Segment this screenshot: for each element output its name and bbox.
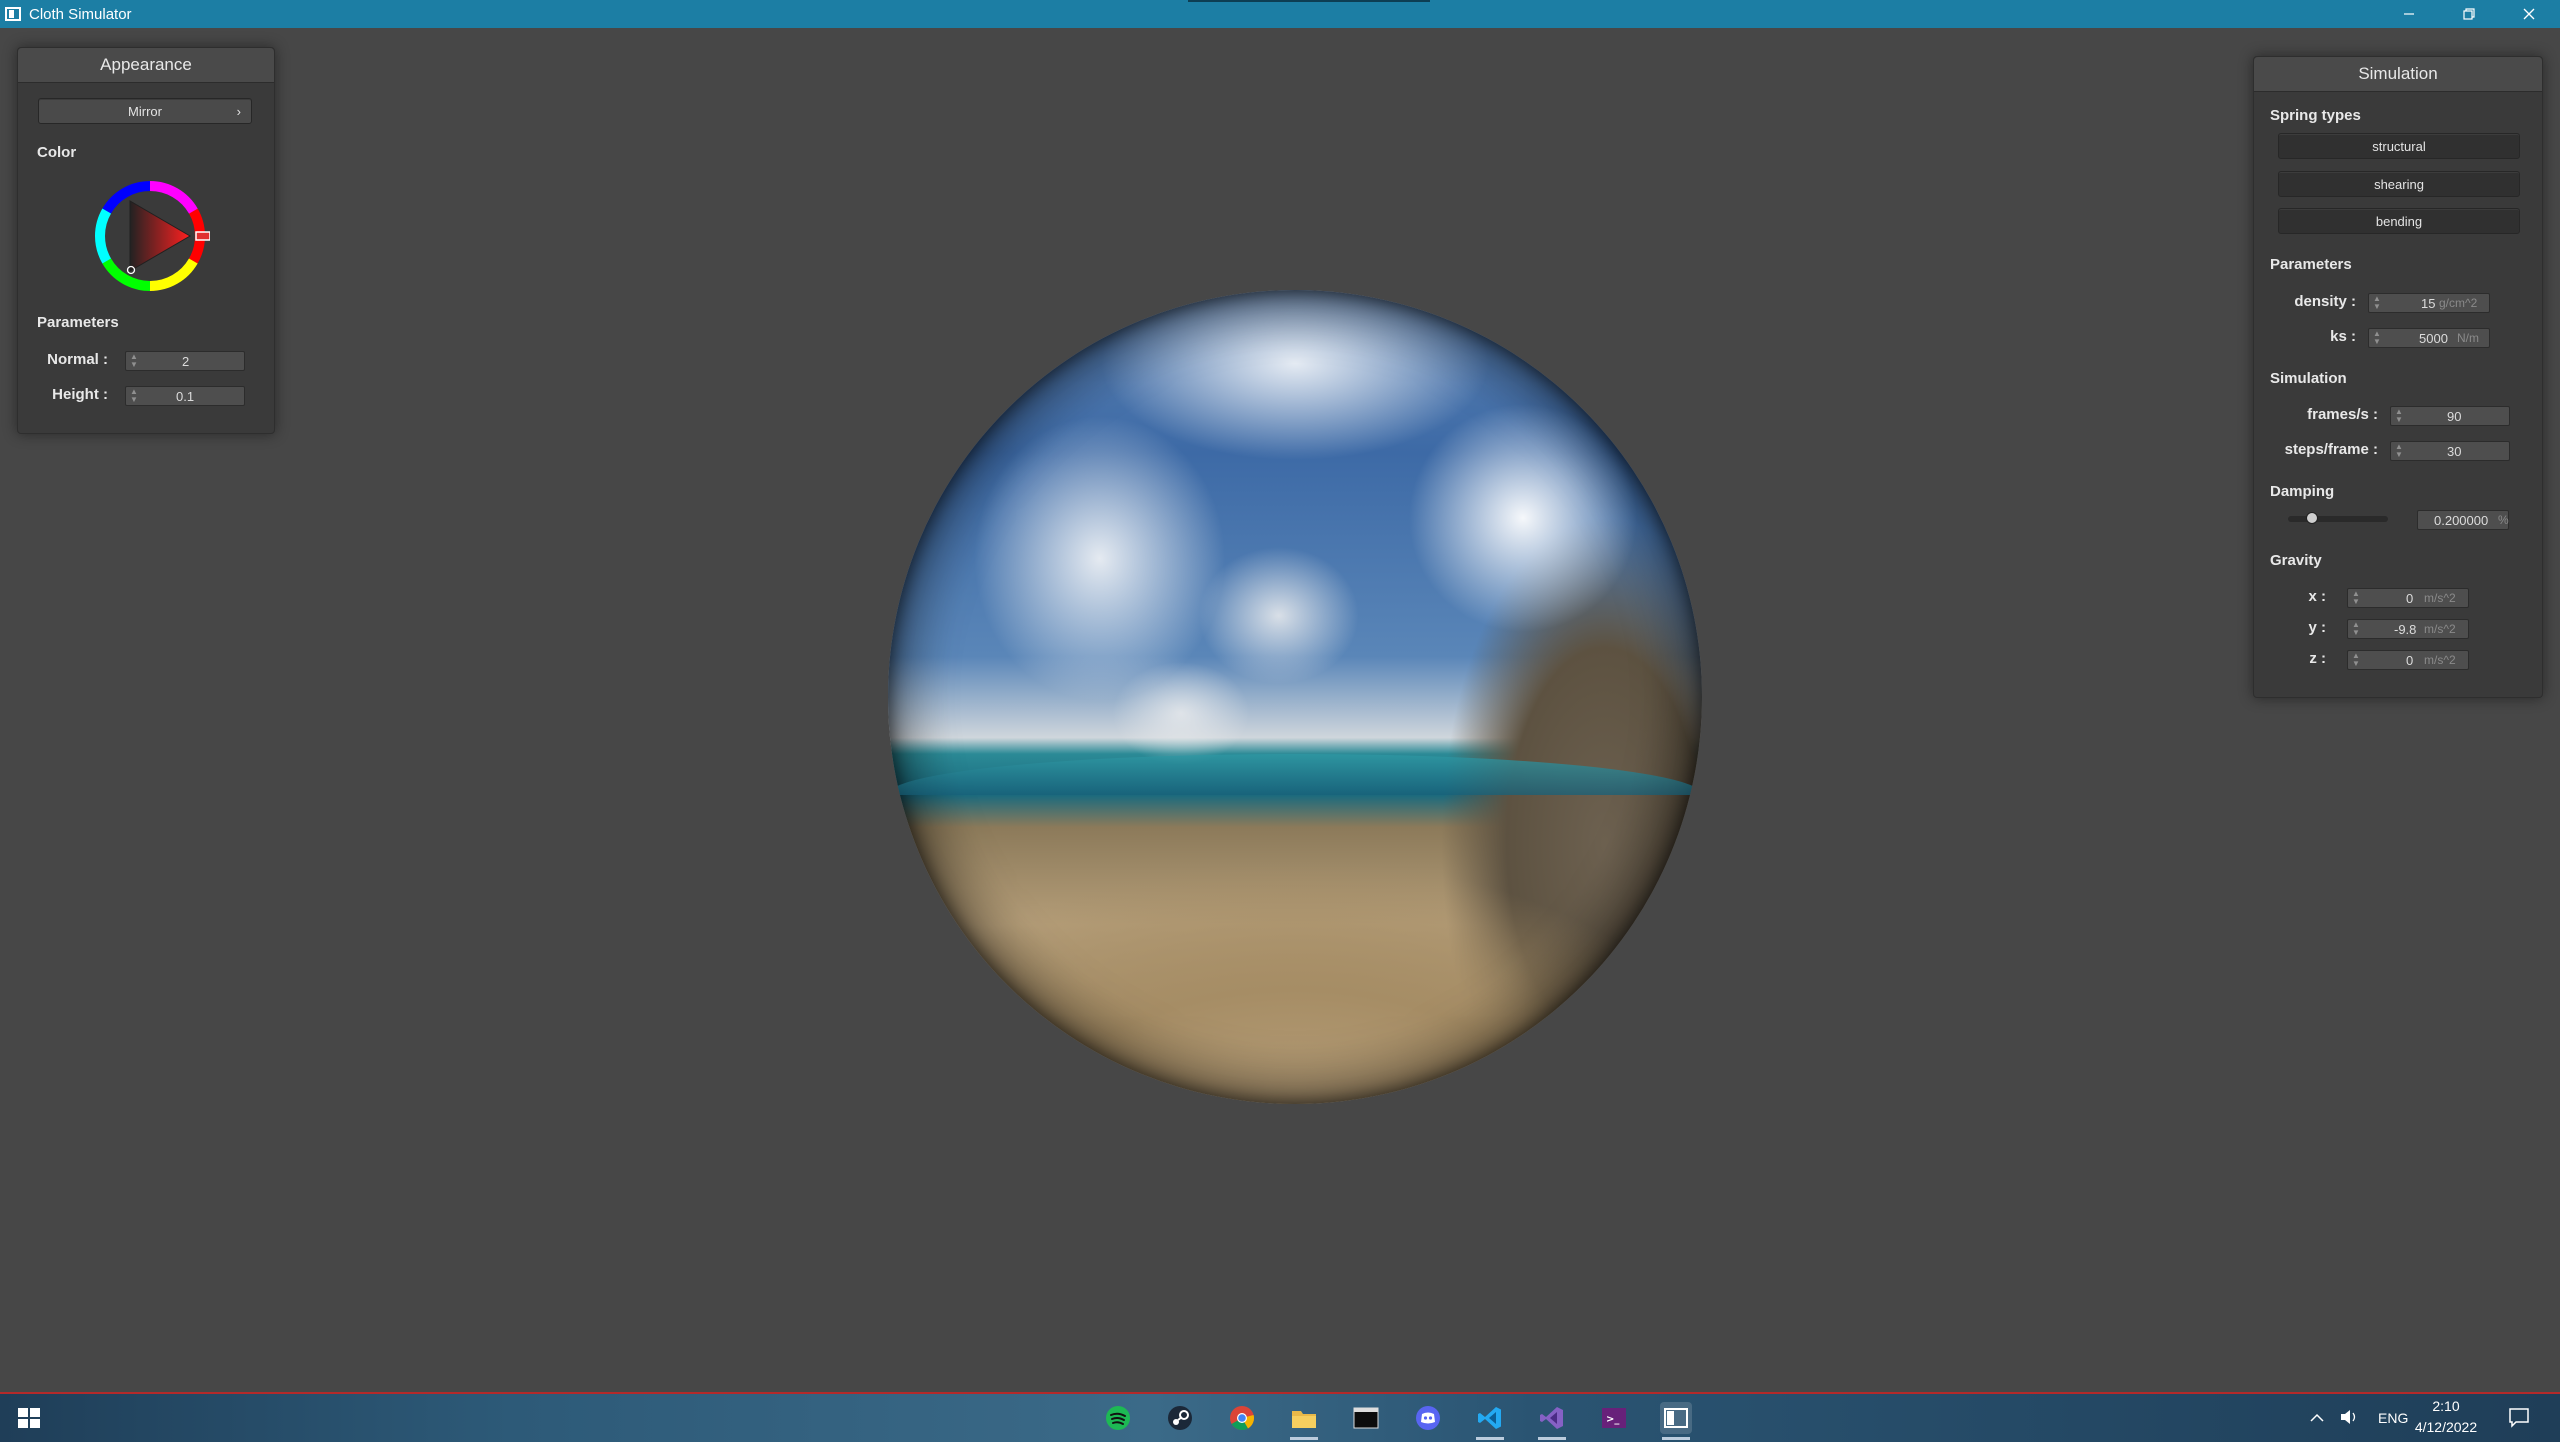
appearance-panel: Appearance Mirror › Color Parameters Nor… <box>17 47 275 434</box>
saturation-value-triangle[interactable] <box>129 200 191 272</box>
close-icon <box>2523 8 2535 20</box>
gravity-z-label: z : <box>2309 650 2326 667</box>
simulation-panel-header[interactable]: Simulation <box>2254 57 2542 92</box>
normal-value: 2 <box>182 354 190 369</box>
gravity-y-value: -9.8 <box>2394 622 2417 637</box>
gravity-z-value: 0 <box>2406 653 2414 668</box>
spin-arrows-icon[interactable]: ▲ ▼ <box>2395 408 2403 424</box>
cloth-simulator-icon[interactable] <box>1660 1402 1692 1440</box>
file-explorer-icon[interactable] <box>1288 1402 1320 1440</box>
visual-studio-preview-icon[interactable]: >_ <box>1598 1402 1630 1434</box>
chevron-right-icon: › <box>236 103 241 119</box>
damping-slider-handle[interactable] <box>2305 512 2318 524</box>
damping-value: 0.200000 <box>2434 513 2489 528</box>
simulation-section-label: Simulation <box>2270 370 2347 387</box>
window-title: Cloth Simulator <box>29 5 132 23</box>
discord-icon[interactable] <box>1412 1402 1444 1434</box>
title-bar: Cloth Simulator <box>0 0 2560 28</box>
sphere-rim-shade <box>888 290 1702 1104</box>
simulation-parameters-label: Parameters <box>2270 256 2352 273</box>
normal-spinbox[interactable]: ▲ ▼ 2 <box>125 351 245 371</box>
material-dropdown-label: Mirror <box>128 103 162 119</box>
gravity-z-spinbox[interactable]: ▲ ▼ 0 m/s^2 <box>2347 650 2469 670</box>
height-spinbox[interactable]: ▲ ▼ 0.1 <box>125 386 245 406</box>
ks-label: ks : <box>2330 328 2356 345</box>
notification-icon <box>2509 1408 2529 1428</box>
normal-label: Normal : <box>47 351 108 368</box>
height-value: 0.1 <box>176 389 195 404</box>
titlebar-accent-line <box>1188 0 1430 2</box>
terminal-icon[interactable] <box>1350 1402 1382 1434</box>
ks-unit: N/m <box>2457 331 2479 345</box>
gravity-y-unit: m/s^2 <box>2424 622 2456 636</box>
gravity-x-unit: m/s^2 <box>2424 591 2456 605</box>
appearance-panel-header[interactable]: Appearance <box>18 48 274 83</box>
damping-label: Damping <box>2270 483 2335 500</box>
mirror-sphere-render[interactable] <box>888 290 1702 1104</box>
density-label: density : <box>2294 293 2356 310</box>
color-wheel[interactable] <box>90 176 210 296</box>
taskbar: >_ ENG 2:10 4/12/2022 <box>0 1392 2560 1442</box>
gravity-y-label: y : <box>2308 619 2326 636</box>
density-unit: g/cm^2 <box>2439 296 2478 310</box>
minimize-icon <box>2404 13 2414 15</box>
fps-label: frames/s : <box>2307 406 2378 423</box>
shearing-button[interactable]: shearing <box>2278 171 2520 197</box>
gravity-y-spinbox[interactable]: ▲ ▼ -9.8 m/s^2 <box>2347 619 2469 639</box>
svg-text:>_: >_ <box>1606 1414 1619 1425</box>
minimize-button[interactable] <box>2380 0 2438 28</box>
spin-arrows-icon[interactable]: ▲ ▼ <box>130 388 138 404</box>
fps-spinbox[interactable]: ▲ ▼ 90 <box>2390 406 2510 426</box>
steps-per-frame-label: steps/frame : <box>2284 441 2378 458</box>
visual-studio-icon[interactable] <box>1536 1402 1568 1440</box>
density-spinbox[interactable]: ▲ ▼ 15 g/cm^2 <box>2368 293 2490 313</box>
gravity-label: Gravity <box>2270 552 2322 569</box>
density-value: 15 <box>2421 296 2436 311</box>
gravity-z-unit: m/s^2 <box>2424 653 2456 667</box>
restore-button[interactable] <box>2440 0 2498 28</box>
spin-arrows-icon[interactable]: ▲ ▼ <box>2395 443 2403 459</box>
gravity-x-label: x : <box>2308 588 2326 605</box>
chrome-icon[interactable] <box>1226 1402 1258 1434</box>
system-clock[interactable]: 2:10 4/12/2022 <box>2396 1396 2496 1438</box>
gravity-x-spinbox[interactable]: ▲ ▼ 0 m/s^2 <box>2347 588 2469 608</box>
spotify-icon[interactable] <box>1102 1402 1134 1434</box>
damping-slider[interactable] <box>2288 512 2388 524</box>
simulation-panel: Simulation Spring types structural shear… <box>2253 56 2543 698</box>
close-button[interactable] <box>2500 0 2558 28</box>
clock-time: 2:10 <box>2432 1398 2460 1414</box>
color-section-label: Color <box>37 144 77 161</box>
steps-per-frame-spinbox[interactable]: ▲ ▼ 30 <box>2390 441 2510 461</box>
spin-arrows-icon[interactable]: ▲ ▼ <box>2352 652 2360 668</box>
vscode-icon[interactable] <box>1474 1402 1506 1440</box>
hue-selector-handle[interactable] <box>195 231 210 241</box>
spin-arrows-icon[interactable]: ▲ ▼ <box>2373 330 2381 346</box>
spin-arrows-icon[interactable]: ▲ ▼ <box>2352 590 2360 606</box>
notification-center-button[interactable] <box>2508 1406 2530 1428</box>
ks-value: 5000 <box>2419 331 2448 346</box>
app-icon <box>5 7 21 21</box>
bending-button[interactable]: bending <box>2278 208 2520 234</box>
spin-arrows-icon[interactable]: ▲ ▼ <box>2373 295 2381 311</box>
appearance-parameters-label: Parameters <box>37 314 119 331</box>
restore-icon <box>2463 8 2475 20</box>
material-dropdown[interactable]: Mirror › <box>38 98 252 124</box>
height-label: Height : <box>52 386 108 403</box>
steps-per-frame-value: 30 <box>2447 444 2462 459</box>
fps-value: 90 <box>2447 409 2462 424</box>
steam-icon[interactable] <box>1164 1402 1196 1434</box>
chevron-up-icon[interactable] <box>2310 1410 2324 1426</box>
windows-logo-icon <box>18 1408 28 1417</box>
structural-button[interactable]: structural <box>2278 133 2520 159</box>
spin-arrows-icon[interactable]: ▲ ▼ <box>2352 621 2360 637</box>
start-button[interactable] <box>18 1408 40 1428</box>
ks-spinbox[interactable]: ▲ ▼ 5000 N/m <box>2368 328 2490 348</box>
gravity-x-value: 0 <box>2406 591 2414 606</box>
spin-arrows-icon[interactable]: ▲ ▼ <box>130 353 138 369</box>
volume-icon[interactable] <box>2340 1409 2358 1428</box>
damping-unit: % <box>2498 513 2509 527</box>
clock-date: 4/12/2022 <box>2414 1419 2478 1435</box>
damping-input[interactable]: 0.200000 % <box>2417 510 2509 530</box>
spring-types-label: Spring types <box>2270 107 2361 124</box>
